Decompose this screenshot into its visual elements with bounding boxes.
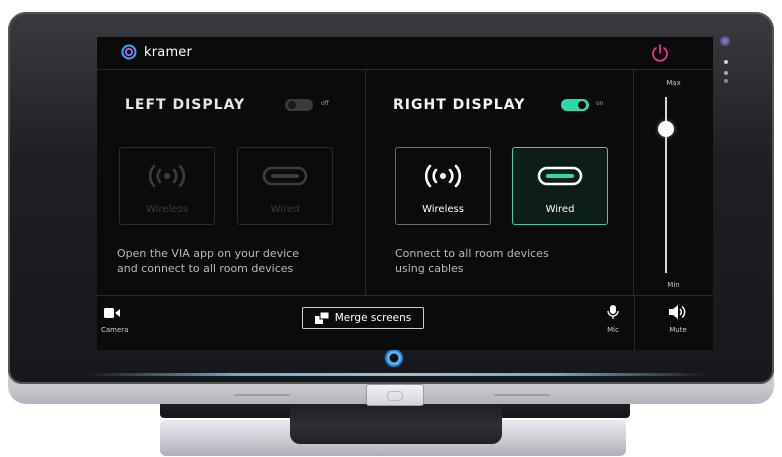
power-icon[interactable] (649, 42, 671, 64)
right-display-toggle-state: on (596, 100, 604, 107)
stand-neck (290, 400, 502, 444)
left-display-toggle-state: off (321, 100, 329, 107)
mic-button[interactable]: Mic (602, 304, 624, 334)
toggle-knob (288, 101, 296, 109)
right-display-title: RIGHT DISPLAY (393, 97, 526, 113)
touch-screen: kramer LEFT DISPLAY off Wireless Wired O… (97, 37, 713, 350)
hardware-home-button[interactable] (366, 384, 424, 406)
bezel-slit (494, 394, 550, 396)
left-display-description: Open the VIA app on your device and conn… (117, 246, 357, 276)
left-wireless-button[interactable]: Wireless (119, 147, 215, 225)
camera-icon (104, 308, 120, 318)
camera-label: Camera (101, 326, 129, 334)
kramer-touch-logo-icon (384, 348, 404, 368)
left-wired-button[interactable]: Wired (237, 147, 333, 225)
bottom-divider (634, 296, 635, 350)
wireless-icon (148, 164, 186, 188)
bezel-slit (234, 394, 290, 396)
top-bar: kramer (97, 37, 713, 70)
status-led-icon (724, 60, 728, 64)
right-wired-button[interactable]: Wired (512, 147, 608, 225)
brand-name: kramer (144, 44, 193, 60)
left-description-line1: Open the VIA app on your device (117, 247, 299, 260)
microphone-icon (607, 305, 619, 319)
volume-control: Max Min (634, 69, 713, 295)
merge-screens-button[interactable]: Merge screens (302, 307, 424, 329)
bottom-bar: Camera Merge screens Mic Mute (97, 295, 713, 350)
speaker-icon (669, 305, 686, 319)
status-led-icon (724, 71, 728, 75)
camera-button[interactable]: Camera (101, 304, 129, 334)
camera-sensor-icon (720, 36, 730, 46)
ambient-light-bar (86, 373, 708, 376)
right-display-description: Connect to all room devices using cables (395, 246, 635, 276)
wired-connector-icon (537, 166, 583, 186)
volume-slider-handle[interactable] (658, 120, 674, 137)
status-led-icon (724, 79, 728, 83)
volume-max-label: Max (666, 79, 681, 87)
right-wireless-button[interactable]: Wireless (395, 147, 491, 225)
brand: kramer (121, 44, 192, 60)
merge-screens-label: Merge screens (334, 312, 412, 324)
right-wired-label: Wired (545, 204, 575, 215)
right-wireless-label: Wireless (422, 204, 464, 215)
right-display-panel: RIGHT DISPLAY on Wireless Wired Connect … (365, 69, 634, 295)
left-wired-label: Wired (270, 204, 300, 215)
volume-min-label: Min (667, 281, 680, 289)
left-display-title: LEFT DISPLAY (125, 97, 246, 113)
mute-button[interactable]: Mute (665, 304, 691, 334)
kramer-logo-icon (121, 44, 137, 60)
wireless-icon (424, 164, 462, 188)
toggle-knob (578, 101, 586, 109)
mute-label: Mute (669, 326, 687, 334)
right-description-line2: using cables (395, 262, 464, 275)
merge-screens-icon (314, 312, 329, 324)
right-description-line1: Connect to all room devices (395, 247, 549, 260)
left-display-toggle[interactable] (285, 99, 313, 111)
left-description-line2: and connect to all room devices (117, 262, 294, 275)
wired-connector-icon (262, 166, 308, 186)
left-wireless-label: Wireless (146, 204, 188, 215)
left-display-panel: LEFT DISPLAY off Wireless Wired Open the… (97, 69, 366, 295)
mic-label: Mic (607, 326, 619, 334)
right-display-toggle[interactable] (561, 99, 589, 111)
